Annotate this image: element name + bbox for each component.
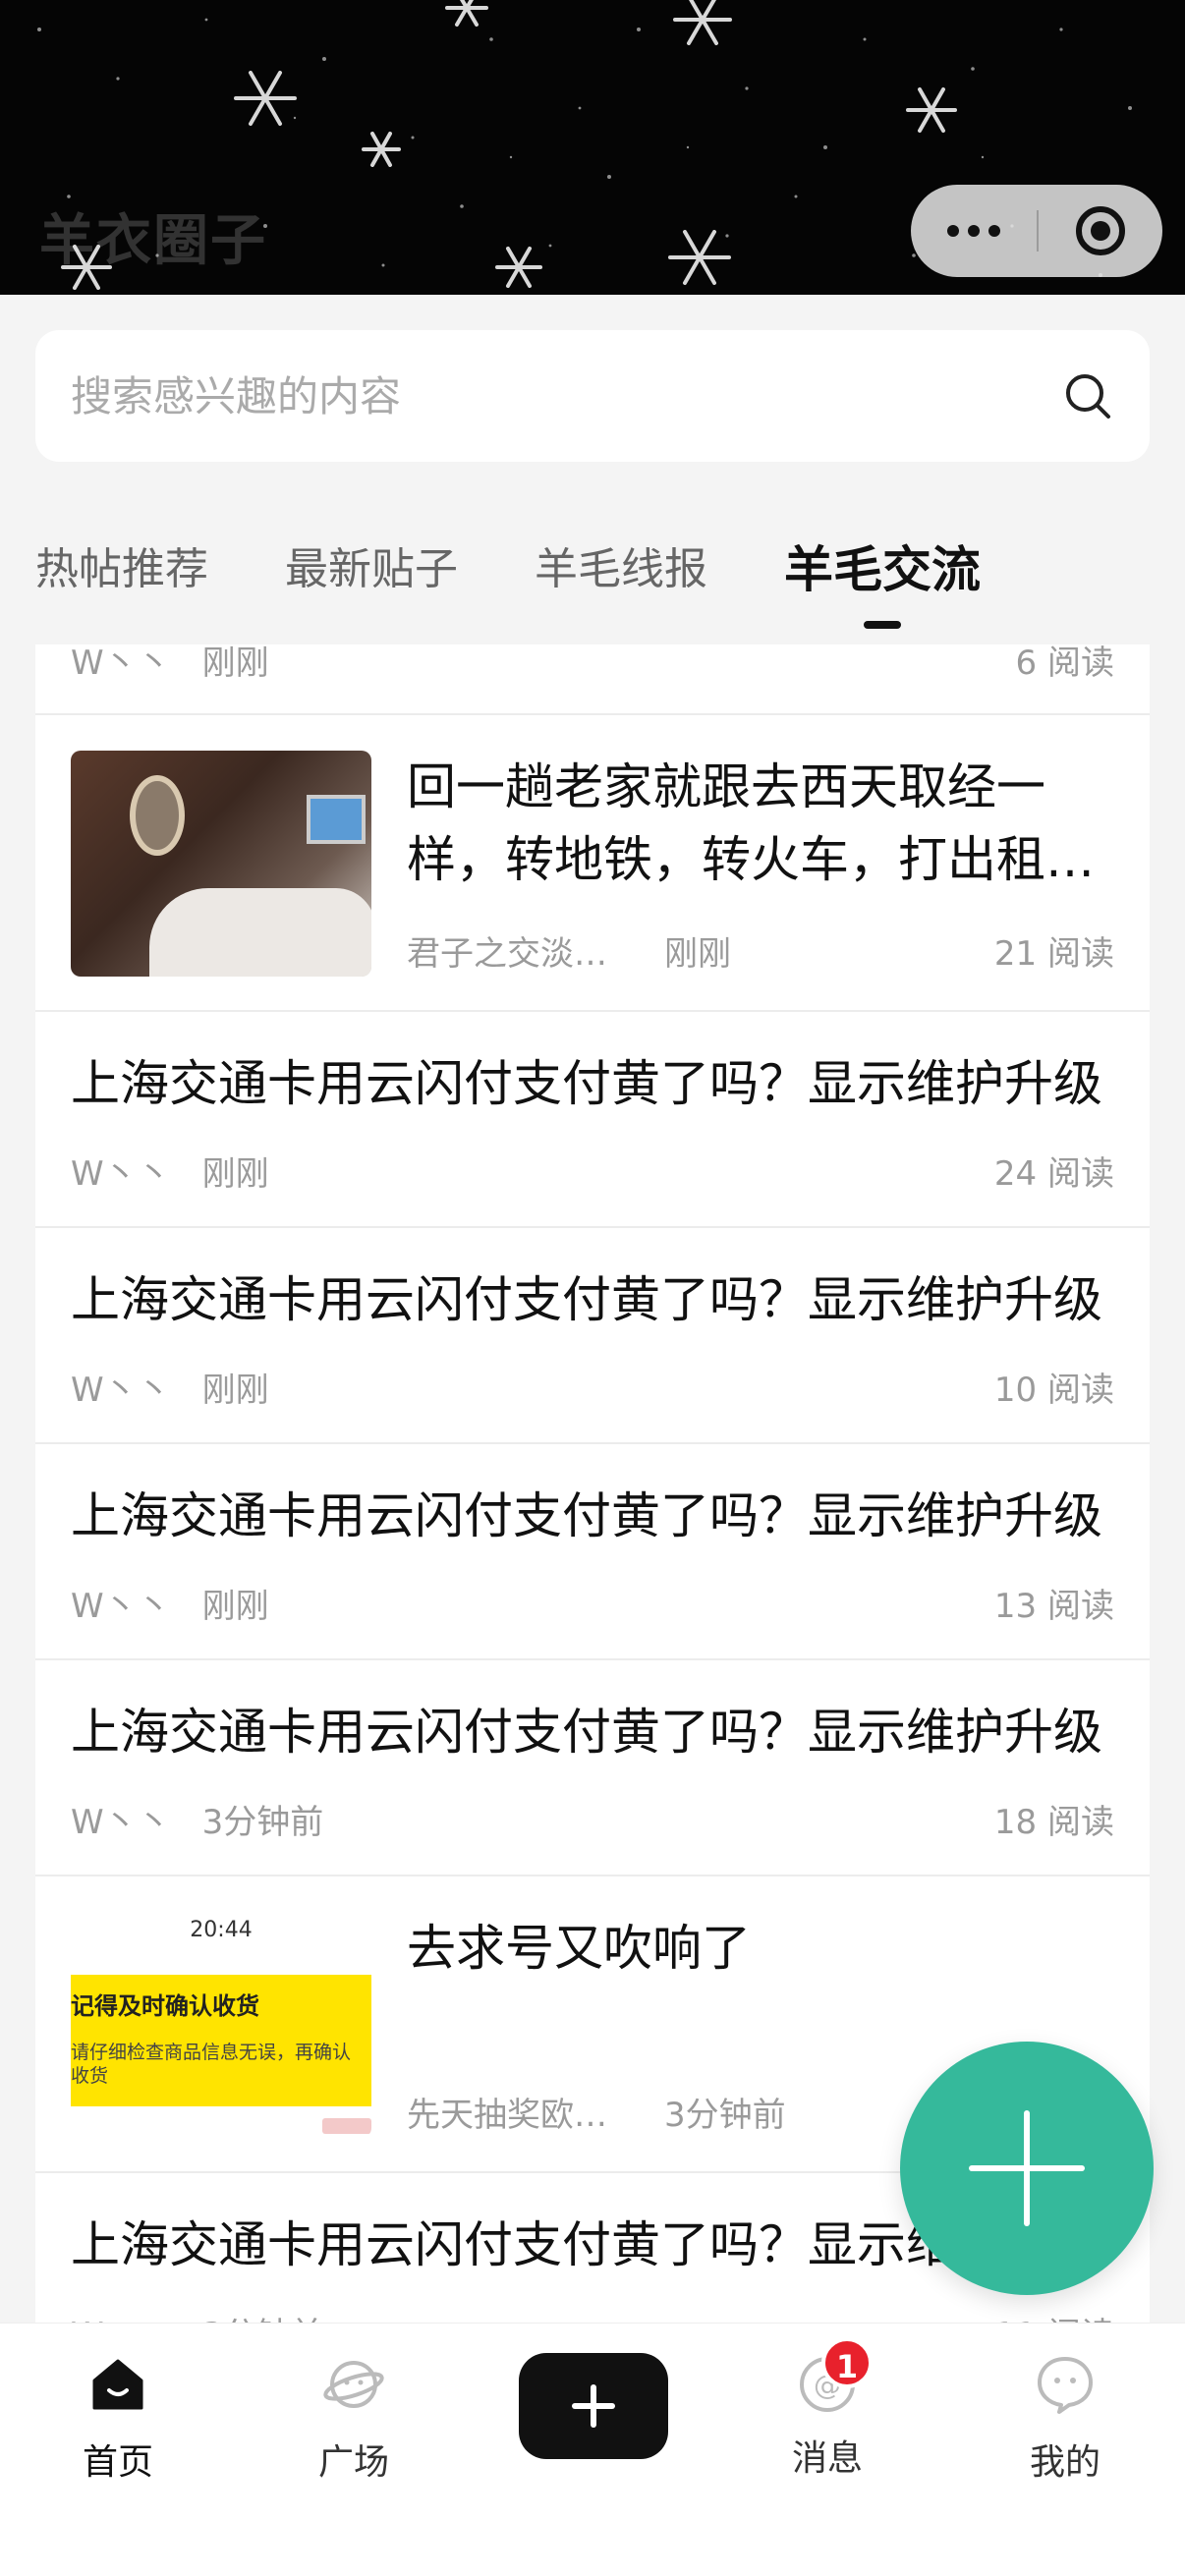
search-bar bbox=[35, 330, 1150, 462]
publish-button[interactable] bbox=[519, 2353, 668, 2459]
post-meta: W丶丶 刚刚 24 阅读 bbox=[71, 1147, 1114, 1195]
post-reads: 21 阅读 bbox=[993, 934, 1114, 974]
post-time: 刚刚 bbox=[201, 644, 269, 683]
post-title: 去求号又吹响了 bbox=[407, 1920, 751, 1977]
post-time: 3分钟前 bbox=[202, 2308, 994, 2323]
nav-square[interactable]: 广场 bbox=[275, 2353, 432, 2485]
post-item[interactable]: 上海交通卡用云闪付支付黄了吗？显示维护升级 W丶丶 刚刚 10 阅读 bbox=[35, 1228, 1150, 1444]
post-author: W丶丶 bbox=[71, 1371, 171, 1410]
post-author: W丶丶 bbox=[71, 644, 171, 683]
post-time: 3分钟前 bbox=[201, 1803, 324, 1842]
post-time: 刚刚 bbox=[201, 1587, 269, 1626]
post-author: W丶丶 bbox=[71, 2308, 171, 2323]
post-time: 刚刚 bbox=[201, 1154, 269, 1194]
post-author: W丶丶 bbox=[71, 1154, 171, 1194]
chat-bubble-icon bbox=[1038, 2357, 1093, 2414]
post-reads: 13 阅读 bbox=[993, 1587, 1114, 1626]
post-author: W丶丶 bbox=[71, 1803, 171, 1842]
tab-latest-posts[interactable]: 最新贴子 bbox=[285, 531, 458, 629]
post-reads: 10 阅读 bbox=[993, 1371, 1114, 1410]
mini-program-capsule bbox=[911, 185, 1162, 277]
post-item[interactable]: 上海交通卡用云闪付支付黄了吗？显示维护升级 W丶丶 刚刚 24 阅读 bbox=[35, 1012, 1150, 1228]
post-meta: 君子之交淡如水 刚刚 21 阅读 bbox=[407, 926, 1114, 975]
post-title: 上海交通卡用云闪付支付黄了吗？显示维护升级 bbox=[71, 1487, 1102, 1544]
nav-messages-label: 消息 bbox=[791, 2438, 863, 2479]
home-icon bbox=[92, 2359, 143, 2410]
nav-home-label: 首页 bbox=[82, 2442, 153, 2483]
post-reads: 11 阅读 bbox=[994, 2308, 1114, 2323]
post-thumbnail bbox=[71, 751, 371, 977]
mini-program-title: 羊衣圈子 bbox=[39, 209, 267, 273]
thumbnail-clock: 20:44 bbox=[190, 1918, 253, 1942]
nav-profile[interactable]: 我的 bbox=[987, 2353, 1144, 2485]
post-item[interactable]: W丶丶 刚刚 6 阅读 bbox=[35, 644, 1150, 715]
thumbnail-text: 收货 bbox=[71, 2065, 109, 2087]
search-input[interactable] bbox=[71, 371, 1061, 420]
post-thumbnail: 20:44 记得及时确认收货 请仔细检查商品信息无误，再确认 收货 bbox=[71, 1912, 371, 2138]
post-item[interactable]: 上海交通卡用云闪付支付黄了吗？显示维护升级 W丶丶 刚刚 13 阅读 bbox=[35, 1444, 1150, 1660]
post-item[interactable]: 回一趟老家就跟去西天取经一样，转地铁，转火车，打出租… 君子之交淡如水 刚刚 2… bbox=[35, 715, 1150, 1012]
post-time: 刚刚 bbox=[201, 1371, 269, 1410]
at-icon-wrapper: @ 1 bbox=[796, 2337, 873, 2416]
nav-messages[interactable]: @ 1 消息 bbox=[749, 2337, 906, 2481]
post-title: 上海交通卡用云闪付支付黄了吗？显示维护升级 bbox=[71, 1704, 1102, 1761]
tab-hot-posts[interactable]: 热帖推荐 bbox=[35, 531, 208, 629]
post-meta: W丶丶 刚刚 13 阅读 bbox=[71, 1579, 1114, 1627]
post-meta: W丶丶 3分钟前 18 阅读 bbox=[71, 1795, 1114, 1843]
post-reads: 24 阅读 bbox=[993, 1154, 1114, 1194]
more-options-icon[interactable] bbox=[911, 225, 1037, 237]
post-item[interactable]: 上海交通卡用云闪付支付黄了吗？显示维护升级 W丶丶 3分钟前 18 阅读 bbox=[35, 1660, 1150, 1876]
post-author: 君子之交淡如水 bbox=[407, 934, 633, 974]
post-meta: W丶丶 3分钟前 11 阅读 bbox=[71, 2308, 1114, 2323]
planet-icon bbox=[323, 2361, 384, 2408]
create-post-fab[interactable] bbox=[900, 2042, 1154, 2295]
unread-badge: 1 bbox=[821, 2337, 873, 2388]
thumbnail-text: 记得及时确认收货 bbox=[71, 1992, 259, 2020]
post-author: W丶丶 bbox=[71, 1587, 171, 1626]
post-title: 上海交通卡用云闪付支付黄了吗？显示维护升级 bbox=[71, 1271, 1102, 1328]
nav-profile-label: 我的 bbox=[1029, 2442, 1100, 2483]
post-meta: W丶丶 刚刚 10 阅读 bbox=[71, 1363, 1114, 1411]
post-time: 刚刚 bbox=[664, 934, 731, 974]
post-title: 上海交通卡用云闪付支付黄了吗？显示维护升级 bbox=[71, 1055, 1102, 1112]
post-reads: 6 阅读 bbox=[1015, 644, 1114, 683]
thumbnail-text: 请仔细检查商品信息无误，再确认 bbox=[71, 2042, 352, 2063]
post-reads: 18 阅读 bbox=[993, 1803, 1114, 1842]
nav-home[interactable]: 首页 bbox=[39, 2353, 197, 2485]
nav-square-label: 广场 bbox=[317, 2442, 389, 2483]
post-meta: W丶丶 刚刚 6 阅读 bbox=[71, 644, 1114, 684]
post-title: 回一趟老家就跟去西天取经一样，转地铁，转火车，打出租… bbox=[407, 758, 1095, 888]
header-banner: 羊衣圈子 bbox=[0, 0, 1185, 295]
bottom-tab-bar: 首页 广场 @ 1 消息 我的 bbox=[0, 2323, 1185, 2576]
category-tabs: 热帖推荐 最新贴子 羊毛线报 羊毛交流 bbox=[35, 531, 1057, 629]
close-mini-program-icon[interactable] bbox=[1039, 206, 1162, 255]
tab-deal-discussion[interactable]: 羊毛交流 bbox=[784, 531, 981, 629]
tab-deal-alerts[interactable]: 羊毛线报 bbox=[535, 531, 707, 629]
search-icon[interactable] bbox=[1061, 369, 1114, 422]
post-author: 先天抽奖欧皇... bbox=[407, 2096, 633, 2135]
thumbnail-logo bbox=[322, 2118, 371, 2134]
